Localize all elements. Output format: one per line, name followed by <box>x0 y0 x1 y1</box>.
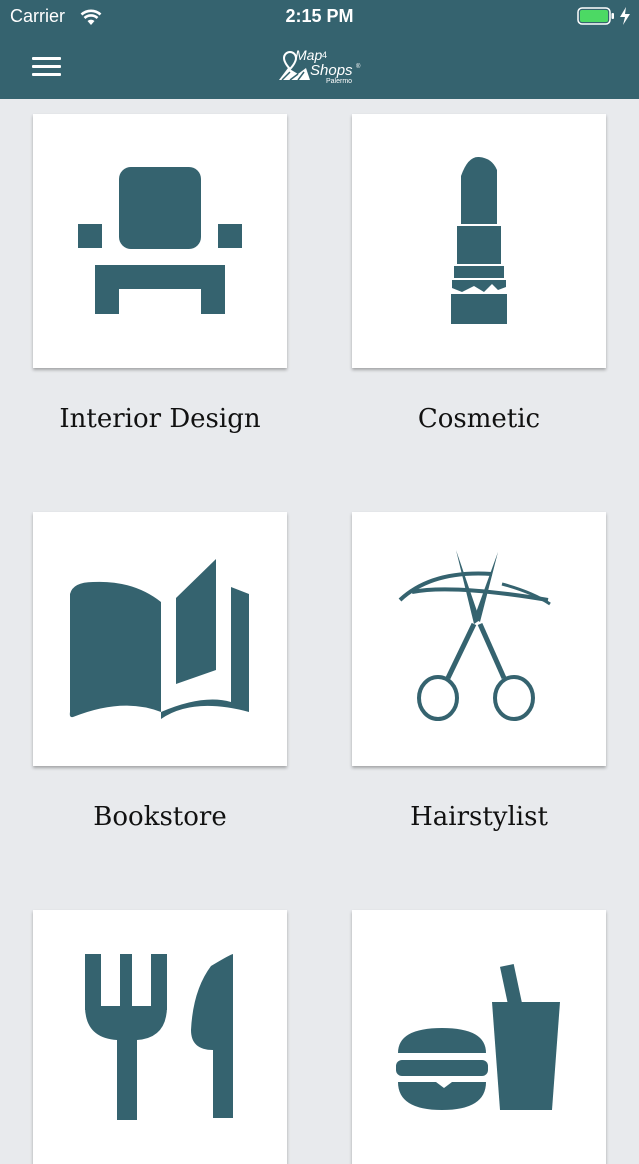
open-book-icon <box>69 559 249 719</box>
category-label: Cosmetic <box>417 404 541 434</box>
app-logo: Map 4 Shops ® Palermo <box>276 44 366 86</box>
svg-text:4: 4 <box>322 50 327 60</box>
hamburger-line <box>32 65 61 68</box>
hamburger-menu-icon <box>32 57 61 60</box>
status-bar: Carrier 2:15 PM <box>0 0 639 34</box>
category-card-cosmetic[interactable] <box>352 114 606 368</box>
svg-text:Shops: Shops <box>310 62 353 79</box>
charging-icon <box>619 6 631 31</box>
armchair-icon <box>78 167 242 314</box>
category-card-restaurant[interactable] <box>33 910 287 1164</box>
battery-icon <box>577 7 614 25</box>
svg-text:Palermo: Palermo <box>326 78 352 85</box>
svg-text:Map: Map <box>295 47 322 63</box>
top-bar: Carrier 2:15 PM Map 4 Shops ® Palermo <box>0 0 639 99</box>
category-label: Interior Design <box>59 404 261 434</box>
scissors-icon <box>398 550 551 721</box>
menu-button[interactable] <box>28 52 66 80</box>
category-label: Bookstore <box>93 802 227 832</box>
category-card-fast-food[interactable] <box>352 910 606 1164</box>
hamburger-line <box>32 73 61 76</box>
burger-drink-icon <box>396 963 560 1110</box>
category-card-hairstylist[interactable] <box>352 512 606 766</box>
category-card-bookstore[interactable] <box>33 512 287 766</box>
lipstick-icon <box>451 156 507 324</box>
category-label: Hairstylist <box>410 802 548 832</box>
category-card-interior-design[interactable] <box>33 114 287 368</box>
fork-knife-icon <box>85 954 233 1120</box>
svg-text:®: ® <box>356 63 361 70</box>
status-time: 2:15 PM <box>285 6 354 26</box>
